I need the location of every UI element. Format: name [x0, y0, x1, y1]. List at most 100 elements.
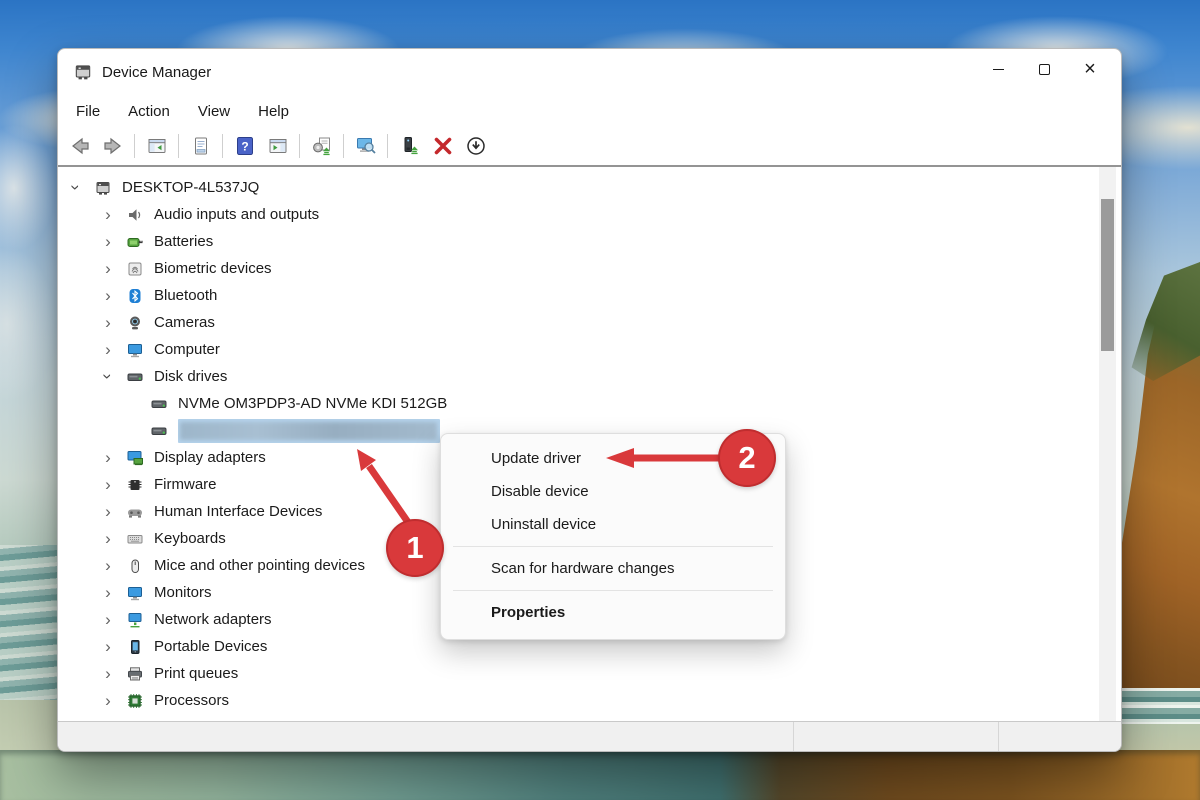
- toolbar-separator: [387, 134, 388, 158]
- chevron-right-icon[interactable]: ›: [98, 476, 118, 493]
- chevron-down-icon[interactable]: ›: [99, 367, 118, 387]
- show-console-tree-icon: [146, 135, 168, 157]
- tree-item-audio-inputs-and-outputs[interactable]: › Audio inputs and outputs: [58, 201, 1121, 228]
- chevron-down-icon[interactable]: ›: [67, 178, 86, 198]
- chevron-right-icon[interactable]: ›: [98, 449, 118, 466]
- uninstall-device-button[interactable]: [427, 131, 458, 161]
- title-bar[interactable]: Device Manager ×: [58, 49, 1121, 95]
- chevron-right-icon[interactable]: ›: [98, 314, 118, 331]
- help-button[interactable]: ?: [229, 131, 260, 161]
- chevron-right-icon[interactable]: ›: [98, 341, 118, 358]
- disk-icon: [150, 395, 168, 413]
- tree-item-computer[interactable]: › Computer: [58, 336, 1121, 363]
- minimize-button[interactable]: [975, 50, 1021, 88]
- context-menu-item-properties[interactable]: Properties: [441, 596, 785, 629]
- toolbar-separator: [178, 134, 179, 158]
- update-driver-software-icon: [311, 135, 333, 157]
- chevron-right-icon[interactable]: ›: [98, 503, 118, 520]
- disable-device-icon: [465, 135, 487, 157]
- status-bar-divider: [998, 722, 999, 751]
- tree-item-label: Display adapters: [154, 449, 266, 466]
- update-device-driver-button[interactable]: [394, 131, 425, 161]
- properties-button[interactable]: [185, 131, 216, 161]
- chevron-right-icon[interactable]: ›: [98, 206, 118, 223]
- menu-file[interactable]: File: [62, 98, 114, 125]
- hid-icon: [126, 503, 144, 521]
- tree-item-label: Print queues: [154, 665, 239, 682]
- scan-hardware-changes-icon: [355, 135, 377, 157]
- tree-item-processors[interactable]: › Processors: [58, 687, 1121, 714]
- toolbar-separator: [343, 134, 344, 158]
- tree-item-biometric-devices[interactable]: › Biometric devices: [58, 255, 1121, 282]
- tree-item-label: Network adapters: [154, 611, 272, 628]
- chevron-right-icon[interactable]: ›: [98, 287, 118, 304]
- tree-item-label: Batteries: [154, 233, 214, 250]
- menu-view[interactable]: View: [184, 98, 244, 125]
- disk-icon: [150, 422, 168, 440]
- chevron-right-icon[interactable]: ›: [98, 692, 118, 709]
- battery-icon: [126, 233, 144, 251]
- tree-item-print-queues[interactable]: › Print queues: [58, 660, 1121, 687]
- ocean-waves-right: [1110, 688, 1200, 724]
- step-badge-2: 2: [718, 429, 776, 487]
- back-icon: [69, 135, 91, 157]
- context-menu-item-scan-for-hardware-changes[interactable]: Scan for hardware changes: [441, 552, 785, 585]
- display-adapter-icon: [126, 449, 144, 467]
- tree-item-label: NVMe OM3PDP3-AD NVMe KDI 512GB: [178, 395, 448, 412]
- chevron-right-icon[interactable]: ›: [98, 260, 118, 277]
- forward-icon: [102, 135, 124, 157]
- tree-item-bluetooth[interactable]: › Bluetooth: [58, 282, 1121, 309]
- tree-item-label: Computer: [154, 341, 220, 358]
- update-driver-software-button[interactable]: [306, 131, 337, 161]
- disable-device-button[interactable]: [460, 131, 491, 161]
- scan-hardware-changes-button[interactable]: [350, 131, 381, 161]
- disk-icon: [126, 368, 144, 386]
- tree-item-label: Disk drives: [154, 368, 228, 385]
- back-button[interactable]: [64, 131, 95, 161]
- monitor-icon: [126, 584, 144, 602]
- menu-bar: File Action View Help: [58, 95, 1121, 127]
- tree-item-batteries[interactable]: › Batteries: [58, 228, 1121, 255]
- tree-item-label: Audio inputs and outputs: [154, 206, 320, 223]
- camera-icon: [126, 314, 144, 332]
- tree-item-disk-drives[interactable]: › Disk drives: [58, 363, 1121, 390]
- context-menu-item-uninstall-device[interactable]: Uninstall device: [441, 508, 785, 541]
- context-menu-separator: [453, 590, 773, 591]
- chevron-right-icon[interactable]: ›: [98, 638, 118, 655]
- update-device-driver-icon: [399, 135, 421, 157]
- chevron-right-icon[interactable]: ›: [98, 611, 118, 628]
- tree-item-label: Keyboards: [154, 530, 226, 547]
- forward-button[interactable]: [97, 131, 128, 161]
- chevron-right-icon[interactable]: ›: [98, 557, 118, 574]
- menu-action[interactable]: Action: [114, 98, 184, 125]
- scrollbar-thumb[interactable]: [1101, 199, 1114, 351]
- toolbar-separator: [134, 134, 135, 158]
- bluetooth-icon: [126, 287, 144, 305]
- computer-icon: [126, 341, 144, 359]
- menu-help[interactable]: Help: [244, 98, 303, 125]
- chevron-right-icon[interactable]: ›: [98, 584, 118, 601]
- maximize-button[interactable]: [1021, 50, 1067, 88]
- device-manager-window: Device Manager × File Action View Help ? › D…: [57, 48, 1122, 752]
- chevron-right-icon[interactable]: ›: [98, 530, 118, 547]
- network-icon: [126, 611, 144, 629]
- vertical-scrollbar[interactable]: [1099, 167, 1116, 721]
- tree-item-cameras[interactable]: › Cameras: [58, 309, 1121, 336]
- shoreline-bottom: [0, 750, 1200, 800]
- keyboard-icon: [126, 530, 144, 548]
- toolbar-separator: [222, 134, 223, 158]
- selected-device-highlight[interactable]: [178, 418, 440, 443]
- close-button[interactable]: ×: [1067, 50, 1113, 88]
- device-manager-icon: [73, 62, 93, 82]
- tree-item-desktop-4l537jq[interactable]: › DESKTOP-4L537JQ: [58, 174, 1121, 201]
- chevron-right-icon[interactable]: ›: [98, 233, 118, 250]
- uninstall-device-icon: [432, 135, 454, 157]
- action-pane-button[interactable]: [262, 131, 293, 161]
- toolbar: ?: [58, 127, 1121, 167]
- svg-text:?: ?: [241, 140, 248, 154]
- tree-item-label: Processors: [154, 692, 230, 709]
- properties-icon: [190, 135, 212, 157]
- show-console-tree-button[interactable]: [141, 131, 172, 161]
- tree-item-nvme-om3pdp3-ad-nvme-kdi-512gb[interactable]: NVMe OM3PDP3-AD NVMe KDI 512GB: [58, 390, 1121, 417]
- chevron-right-icon[interactable]: ›: [98, 665, 118, 682]
